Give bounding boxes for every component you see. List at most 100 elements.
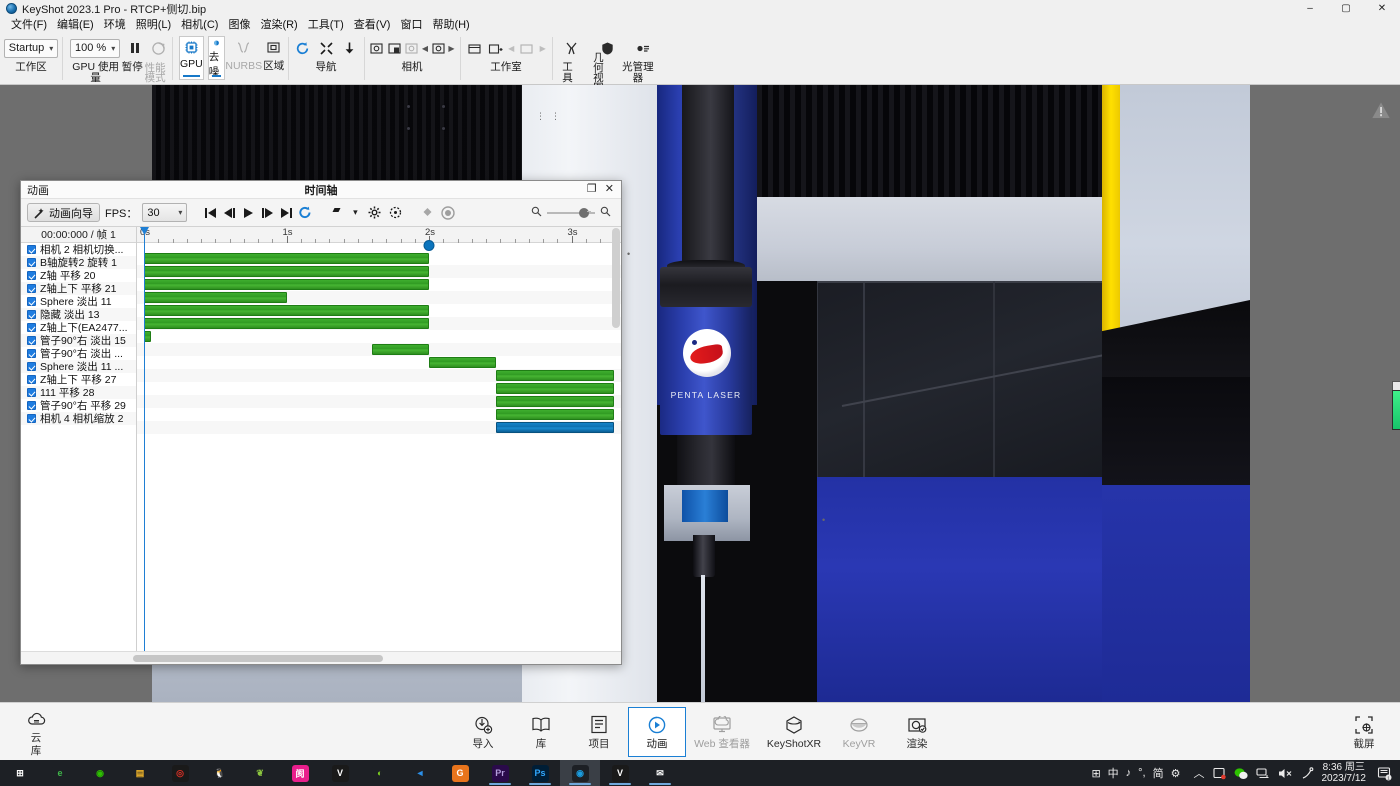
- timeline-float-button[interactable]: ❐: [587, 184, 597, 195]
- timeline-row[interactable]: [137, 278, 621, 291]
- timeline-row[interactable]: [137, 369, 621, 382]
- keyframe-tools-dropdown[interactable]: ▾: [349, 204, 361, 222]
- camera-lock-icon[interactable]: [386, 37, 401, 59]
- camera-next-arrow[interactable]: ▶: [448, 44, 455, 53]
- pause-icon[interactable]: [126, 37, 143, 59]
- animation-clip-bar[interactable]: [144, 305, 429, 316]
- taskbar-wechat[interactable]: ◉: [80, 760, 120, 786]
- track-enabled-checkbox[interactable]: [27, 401, 36, 410]
- ime-glyph-0[interactable]: ⊞: [1088, 767, 1103, 780]
- animation-clip-bar[interactable]: [144, 318, 429, 329]
- menu-help[interactable]: 帮助(H): [427, 17, 474, 33]
- track-enabled-checkbox[interactable]: [27, 245, 36, 254]
- timeline-row[interactable]: [137, 291, 621, 304]
- record-button[interactable]: [440, 204, 456, 222]
- timeline-vertical-scrollbar[interactable]: [612, 228, 620, 328]
- dock-item-web-viewer[interactable]: Web 查看器: [686, 707, 758, 757]
- dock-item-render[interactable]: 渲染: [888, 707, 946, 757]
- timeline-tab-label[interactable]: 动画: [27, 182, 49, 198]
- ime-glyph-2[interactable]: ♪: [1123, 767, 1135, 779]
- taskbar-app-bird-dark[interactable]: V: [320, 760, 360, 786]
- settings-gear-icon[interactable]: [366, 204, 382, 222]
- taskbar-start-button[interactable]: ⊞: [0, 760, 40, 786]
- animation-clip-bar[interactable]: [144, 292, 287, 303]
- track-enabled-checkbox[interactable]: [27, 336, 36, 345]
- taskbar-premiere-pro[interactable]: Pr: [480, 760, 520, 786]
- track-row[interactable]: Z轴上下 平移 27: [21, 373, 136, 386]
- zoom-slider-handle[interactable]: [579, 208, 589, 218]
- timeline-row[interactable]: [137, 408, 621, 421]
- taskbar-keyshot[interactable]: ◉: [560, 760, 600, 786]
- animation-clip-bar[interactable]: [144, 279, 429, 290]
- light-manager-icon[interactable]: [633, 37, 655, 59]
- step-back-button[interactable]: [222, 204, 236, 222]
- animation-clip-bar[interactable]: [496, 396, 614, 407]
- track-enabled-checkbox[interactable]: [27, 388, 36, 397]
- minimize-button[interactable]: –: [1292, 0, 1328, 17]
- zoom-in-icon[interactable]: [600, 206, 611, 220]
- track-enabled-checkbox[interactable]: [27, 284, 36, 293]
- track-enabled-checkbox[interactable]: [27, 271, 36, 280]
- track-row[interactable]: Sphere 淡出 11: [21, 295, 136, 308]
- dock-item-cloud-library[interactable]: 云 库: [7, 706, 65, 758]
- ime-indicator[interactable]: ⊞中♪°,简⚙: [1088, 765, 1189, 781]
- keyframe-marker[interactable]: [424, 240, 435, 251]
- track-row[interactable]: Sphere 淡出 11 ...: [21, 360, 136, 373]
- go-to-start-button[interactable]: [203, 204, 217, 222]
- tray-security-icon[interactable]: [1209, 760, 1230, 786]
- track-row[interactable]: 管子90°右 淡出 ...: [21, 347, 136, 360]
- track-enabled-checkbox[interactable]: [27, 297, 36, 306]
- taskbar-app-red[interactable]: ◎: [160, 760, 200, 786]
- track-enabled-checkbox[interactable]: [27, 323, 36, 332]
- studio-add-icon[interactable]: [486, 37, 505, 59]
- timeline-row[interactable]: [137, 317, 621, 330]
- taskbar-app-green-circle[interactable]: ◐: [360, 760, 400, 786]
- menu-view[interactable]: 查看(V): [349, 17, 396, 33]
- taskbar-photoshop[interactable]: Ps: [520, 760, 560, 786]
- menu-camera[interactable]: 相机(C): [176, 17, 223, 33]
- camera-prev-arrow[interactable]: ◀: [421, 44, 428, 53]
- dock-item-screenshot[interactable]: 截屏: [1335, 707, 1393, 757]
- dock-item-animation[interactable]: 动画: [628, 707, 686, 757]
- timeline-row[interactable]: [137, 382, 621, 395]
- performance-mode-icon[interactable]: [150, 37, 167, 59]
- track-enabled-checkbox[interactable]: [27, 349, 36, 358]
- menu-lighting[interactable]: 照明(L): [131, 17, 176, 33]
- dock-item-library[interactable]: 库: [512, 707, 570, 757]
- ime-glyph-1[interactable]: 中: [1105, 765, 1122, 781]
- animation-clip-bar[interactable]: [372, 344, 429, 355]
- track-row[interactable]: 管子90°右 平移 29: [21, 399, 136, 412]
- time-ruler[interactable]: 0s1s2s3s: [137, 227, 621, 243]
- taskbar-app-green-leaf[interactable]: ❦: [240, 760, 280, 786]
- go-to-end-button[interactable]: [279, 204, 293, 222]
- tray-pen-icon[interactable]: [1297, 760, 1318, 786]
- track-enabled-checkbox[interactable]: [27, 375, 36, 384]
- geometry-view-icon[interactable]: [597, 37, 619, 59]
- animation-clip-bar[interactable]: [144, 253, 429, 264]
- menu-render[interactable]: 渲染(R): [255, 17, 302, 33]
- ime-glyph-4[interactable]: 简: [1150, 765, 1167, 781]
- pan-icon[interactable]: [317, 37, 336, 59]
- fps-select[interactable]: 30 ▾: [142, 203, 187, 222]
- track-enabled-checkbox[interactable]: [27, 414, 36, 423]
- track-row[interactable]: 管子90°右 淡出 15: [21, 334, 136, 347]
- ime-glyph-5[interactable]: ⚙: [1168, 767, 1184, 780]
- tray-expand-icon[interactable]: ︿: [1190, 760, 1209, 786]
- timeline-row[interactable]: [137, 395, 621, 408]
- timeline-row[interactable]: [137, 330, 621, 343]
- menu-environment[interactable]: 环境: [99, 17, 131, 33]
- menu-tools[interactable]: 工具(T): [303, 17, 349, 33]
- track-row[interactable]: 111 平移 28: [21, 386, 136, 399]
- workspace-select[interactable]: Startup ▾: [4, 39, 58, 58]
- animation-wizard-button[interactable]: 动画向导: [27, 203, 100, 222]
- timeline-close-button[interactable]: ✕: [605, 184, 614, 195]
- taskbar-app-hourglass[interactable]: ✉: [640, 760, 680, 786]
- track-row[interactable]: Z轴上下 平移 21: [21, 282, 136, 295]
- track-row[interactable]: B轴旋转2 旋转 1: [21, 256, 136, 269]
- keyframe-tools-button[interactable]: [328, 204, 344, 222]
- dock-item-import[interactable]: 导入: [454, 707, 512, 757]
- animation-clip-bar[interactable]: [144, 331, 151, 342]
- keyframe-lane[interactable]: [137, 243, 621, 252]
- zoom-out-icon[interactable]: [531, 206, 542, 220]
- ime-glyph-3[interactable]: °,: [1135, 767, 1148, 779]
